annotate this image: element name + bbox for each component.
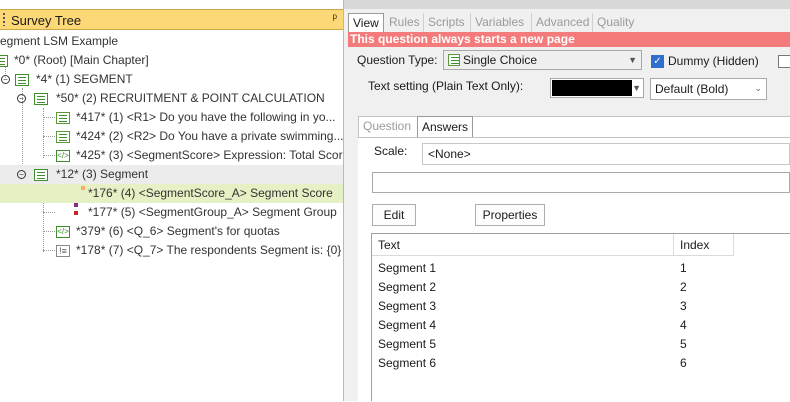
- drag-grip-icon[interactable]: [3, 13, 5, 26]
- text-color-select[interactable]: ▼: [550, 78, 644, 98]
- properties-button[interactable]: Properties: [475, 204, 545, 226]
- collapse-toggle-icon[interactable]: −: [17, 170, 26, 179]
- chevron-down-icon: ⌄: [754, 83, 762, 93]
- tree-node-label: *379* (6) <Q_6> Segment's for quotas: [76, 224, 280, 238]
- survey-tree-pane: Survey Tree ᵖ egment LSM Example *0* (Ro…: [0, 0, 344, 401]
- collapse-toggle-icon[interactable]: −: [1, 75, 10, 84]
- tree-node-q6[interactable]: </> *379* (6) <Q_6> Segment's for quotas: [0, 222, 343, 241]
- tree-node-label: *50* (2) RECRUITMENT & POINT CALCULATION: [56, 91, 325, 105]
- tree-node-label: *178* (7) <Q_7> The respondents Segment …: [76, 243, 342, 257]
- answer-index-cell[interactable]: 6: [674, 354, 687, 373]
- chapter-icon: [0, 55, 8, 67]
- chapter-icon: [34, 93, 48, 105]
- tree-node-label: *417* (1) <R1> Do you have the following…: [76, 110, 336, 124]
- new-page-banner: This question always starts a new page: [348, 32, 790, 47]
- chapter-icon: [15, 74, 29, 86]
- tree-node-segment-score-expr[interactable]: </> *425* (3) <SegmentScore> Expression:…: [0, 146, 343, 165]
- edit-button[interactable]: Edit: [372, 204, 416, 226]
- tree-node-label: *425* (3) <SegmentScore> Expression: Tot…: [76, 148, 344, 162]
- answer-text-cell[interactable]: Segment 3: [372, 297, 436, 316]
- answer-index-cell[interactable]: 2: [674, 278, 687, 297]
- tree-node-root[interactable]: *0* (Root) [Main Chapter]: [0, 51, 343, 70]
- tree-node-segment-chapter[interactable]: − *4* (1) SEGMENT: [0, 70, 343, 89]
- tree-node-label: *424* (2) <R2> Do You have a private swi…: [76, 129, 344, 143]
- answer-index-cell[interactable]: 3: [674, 297, 687, 316]
- tab-question[interactable]: Question: [359, 116, 415, 137]
- extra-checkbox[interactable]: [778, 55, 790, 68]
- info-text-icon: !≡: [56, 245, 70, 257]
- tab-quality-control[interactable]: Quality Control: [592, 13, 640, 48]
- color-swatch: [552, 80, 632, 96]
- tree-node-q7[interactable]: !≡ *178* (7) <Q_7> The respondents Segme…: [0, 241, 343, 260]
- scale-select[interactable]: <None>: [422, 143, 790, 165]
- answer-text-cell[interactable]: Segment 5: [372, 335, 436, 354]
- survey-tree-title: Survey Tree: [11, 13, 82, 28]
- answer-text-cell[interactable]: Segment 2: [372, 278, 436, 297]
- answer-index-cell[interactable]: 4: [674, 316, 687, 335]
- answer-index-cell[interactable]: 5: [674, 335, 687, 354]
- tree-node-segment-group-a[interactable]: *177* (5) <SegmentGroup_A> Segment Group: [0, 203, 343, 222]
- single-choice-icon: [56, 131, 70, 143]
- chapter-icon: [34, 169, 48, 181]
- tab-rules[interactable]: Rules: [385, 13, 424, 32]
- tree-node-label: *12* (3) Segment: [56, 167, 149, 181]
- tree-node-segment-block[interactable]: − *12* (3) Segment: [0, 165, 343, 184]
- top-strip: [344, 0, 790, 9]
- tab-view[interactable]: View: [348, 13, 384, 34]
- tree-node-label: egment LSM Example: [0, 34, 119, 48]
- question-type-value: Single Choice: [463, 53, 538, 67]
- multi-choice-icon: [56, 112, 70, 124]
- tab-answers[interactable]: Answers: [417, 116, 474, 138]
- column-header-index[interactable]: Index: [674, 234, 734, 256]
- tree-node-segment-score-a[interactable]: *176* (4) <SegmentScore_A> Segment Score: [0, 184, 343, 203]
- answer-text-cell[interactable]: Segment 6: [372, 354, 436, 373]
- survey-tree-header: Survey Tree ᵖ: [0, 9, 343, 30]
- tree-node-label: *176* (4) <SegmentScore_A> Segment Score: [88, 186, 333, 200]
- tree-node-label: *177* (5) <SegmentGroup_A> Segment Group: [88, 205, 337, 219]
- expression-icon: </>: [56, 150, 70, 162]
- question-type-select[interactable]: Single Choice ▼: [443, 50, 642, 70]
- tab-scripts[interactable]: Scripts: [423, 13, 469, 32]
- tab-variables[interactable]: Variables: [470, 13, 528, 32]
- scale-value: <None>: [428, 147, 471, 161]
- tree-node-survey[interactable]: egment LSM Example: [0, 32, 118, 51]
- text-setting-label: Text setting (Plain Text Only):: [368, 79, 524, 93]
- tree-node-label: *0* (Root) [Main Chapter]: [14, 53, 149, 67]
- dummy-label: Dummy (Hidden): [668, 54, 759, 68]
- answer-index-cell[interactable]: 1: [674, 259, 687, 278]
- tree-node-recruitment[interactable]: − *50* (2) RECRUITMENT & POINT CALCULATI…: [0, 89, 343, 108]
- collapse-toggle-icon[interactable]: −: [17, 94, 26, 103]
- expression-icon: </>: [56, 226, 70, 238]
- text-style-select[interactable]: Default (Bold) ⌄: [650, 78, 767, 100]
- column-header-text[interactable]: Text: [372, 234, 674, 256]
- question-type-label: Question Type:: [357, 53, 438, 67]
- dummy-checkbox[interactable]: ✓: [651, 55, 664, 68]
- pin-icon[interactable]: ᵖ: [332, 11, 337, 25]
- text-style-value: Default (Bold): [655, 82, 729, 96]
- tree-node-r2[interactable]: *424* (2) <R2> Do You have a private swi…: [0, 127, 343, 146]
- dropdown-arrow-icon: ▼: [632, 83, 641, 93]
- tree-node-r1[interactable]: *417* (1) <R1> Do you have the following…: [0, 108, 343, 127]
- answer-text-cell[interactable]: Segment 1: [372, 259, 436, 278]
- grid-marker-icon: [74, 211, 78, 215]
- dropdown-arrow-icon: ▼: [628, 55, 637, 65]
- grid-marker-icon: [74, 203, 78, 207]
- answer-text-cell[interactable]: Segment 4: [372, 316, 436, 335]
- answer-text-input[interactable]: [372, 172, 790, 193]
- scale-label: Scale:: [374, 144, 408, 158]
- answers-table: Text Index Segment 1 1 Segment 2 2 Segme…: [371, 233, 790, 401]
- question-marker-icon: [81, 186, 85, 190]
- single-choice-icon: [448, 54, 460, 66]
- tab-advanced[interactable]: Advanced: [531, 13, 593, 32]
- tree-node-label: *4* (1) SEGMENT: [36, 72, 133, 86]
